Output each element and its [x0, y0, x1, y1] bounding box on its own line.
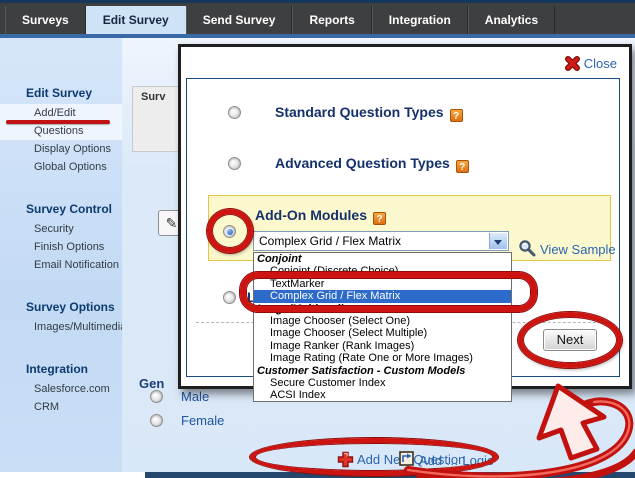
top-nav-bar: SurveysEdit SurveySend SurveyReportsInte…: [0, 0, 635, 38]
dropdown-option-secure-customer-index[interactable]: Secure Customer Index: [254, 377, 511, 389]
help-icon[interactable]: ?: [456, 160, 469, 173]
male-radio[interactable]: [150, 390, 163, 403]
dropdown-option-customer-satisfaction-custom-models: Customer Satisfaction - Custom Models: [254, 365, 511, 377]
advanced-types-row: Advanced Question Types?: [275, 155, 469, 173]
addon-modules-label: Add-On Modules: [255, 207, 367, 223]
advanced-types-radio[interactable]: [228, 157, 241, 170]
sidebar-item-images-multimedia[interactable]: Images/Multimedia: [0, 318, 122, 336]
sidebar-item-email-notification[interactable]: Email Notification: [0, 256, 122, 274]
dropdown-option-textmarker[interactable]: TextMarker: [254, 278, 511, 290]
pencil-icon: ✎: [166, 215, 178, 231]
fourth-option-radio[interactable]: [223, 291, 236, 304]
dropdown-option-image-chooser-select-multiple[interactable]: Image Chooser (Select Multiple): [254, 327, 511, 339]
panel-footer-bar: [145, 472, 635, 478]
view-sample-link[interactable]: View Sample: [540, 242, 616, 257]
dropdown-option-image-ranker-rank-images[interactable]: Image Ranker (Rank Images): [254, 340, 511, 352]
tab-edit-survey[interactable]: Edit Survey: [86, 6, 186, 34]
dropdown-option-image-multimedia: Image/Multimedia: [254, 303, 511, 315]
standard-types-label: Standard Question Types: [275, 104, 444, 120]
standard-types-radio[interactable]: [228, 106, 241, 119]
female-radio[interactable]: [150, 414, 163, 427]
close-icon: [565, 56, 580, 71]
sidebar-section-title: Survey Options: [0, 300, 122, 314]
standard-types-row: Standard Question Types?: [275, 104, 463, 122]
dropdown-option-conjoint: Conjoint: [254, 253, 511, 265]
tab-surveys[interactable]: Surveys: [5, 6, 86, 34]
addon-select-value: Complex Grid / Flex Matrix: [259, 234, 401, 248]
sidebar-section-edit-survey: Edit Survey Add/Edit QuestionsDisplay Opt…: [0, 86, 122, 176]
female-label: Female: [181, 413, 224, 428]
sidebar-item-finish-options[interactable]: Finish Options: [0, 238, 122, 256]
dropdown-option-image-chooser-select-one[interactable]: Image Chooser (Select One): [254, 315, 511, 327]
dropdown-option-complex-grid-flex-matrix[interactable]: Complex Grid / Flex Matrix: [254, 290, 511, 302]
tab-analytics[interactable]: Analytics: [468, 6, 555, 34]
question-title: Gen: [139, 376, 164, 391]
sidebar-item-add-edit-questions[interactable]: Add/Edit Questions: [0, 104, 122, 140]
dropdown-option-conjoint-discrete-choice[interactable]: Conjoint (Discrete Choice): [254, 265, 511, 277]
dropdown-option-acsi-index[interactable]: ACSI Index: [254, 389, 511, 401]
help-icon[interactable]: ?: [373, 212, 386, 225]
sidebar: Edit Survey Add/Edit QuestionsDisplay Opt…: [0, 38, 122, 472]
male-label: Male: [181, 389, 209, 404]
tab-reports[interactable]: Reports: [292, 6, 371, 34]
sidebar-item-security[interactable]: Security: [0, 220, 122, 238]
nav-tabs: SurveysEdit SurveySend SurveyReportsInte…: [5, 6, 555, 34]
dropdown-option-image-rating-rate-one-or-more-images[interactable]: Image Rating (Rate One or More Images): [254, 352, 511, 364]
sidebar-section-survey-control: Survey Control SecurityFinish OptionsEmai…: [0, 202, 122, 274]
addon-dropdown-list: ConjointConjoint (Discrete Choice)TextMa…: [253, 252, 512, 402]
magnifier-icon: [518, 239, 537, 258]
tab-send-survey[interactable]: Send Survey: [186, 6, 293, 34]
sidebar-item-salesforce-com-crm[interactable]: Salesforce.com CRM: [0, 380, 122, 416]
dropdown-arrow-icon[interactable]: [489, 233, 507, 249]
annotation-red-underline: [6, 120, 110, 124]
survey-box-label: Surv: [141, 91, 165, 103]
help-icon[interactable]: ?: [450, 109, 463, 122]
sidebar-item-display-options[interactable]: Display Options: [0, 140, 122, 158]
sidebar-section-title: Edit Survey: [0, 86, 122, 100]
next-button[interactable]: Next: [543, 329, 597, 351]
sidebar-section-title: Integration: [0, 362, 122, 376]
addon-modules-row: Add-On Modules?: [255, 207, 386, 225]
addon-modules-radio[interactable]: [223, 225, 236, 238]
add-logic-link[interactable]: Add … Logic: [419, 453, 493, 468]
close-control[interactable]: Close: [565, 56, 617, 71]
select-question-type-dialog: Close Standard Question Types? Advanced …: [178, 44, 632, 389]
close-link[interactable]: Close: [584, 56, 617, 71]
sidebar-section-survey-options: Survey Options Images/Multimedia: [0, 300, 122, 336]
sidebar-section-title: Survey Control: [0, 202, 122, 216]
tab-integration[interactable]: Integration: [372, 6, 468, 34]
app-window: SurveysEdit SurveySend SurveyReportsInte…: [0, 0, 635, 478]
sidebar-section-integration: Integration Salesforce.com CRM: [0, 362, 122, 416]
advanced-types-label: Advanced Question Types: [275, 155, 450, 171]
add-plus-icon: [337, 451, 354, 468]
logic-icon: [399, 451, 414, 466]
addon-module-select[interactable]: Complex Grid / Flex Matrix: [253, 231, 509, 251]
sidebar-item-global-options[interactable]: Global Options: [0, 158, 122, 176]
